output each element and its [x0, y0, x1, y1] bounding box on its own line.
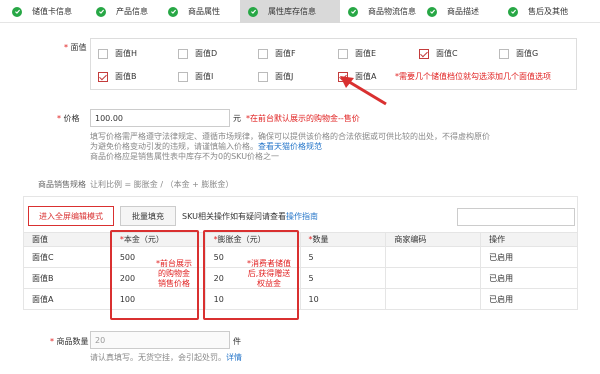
sku-help: SKU相关操作如有疑问请查看操作指南	[182, 212, 318, 221]
tab-description[interactable]: 商品描述	[427, 0, 497, 23]
table-row: 面值B 200 20 5 已启用	[23, 267, 578, 289]
checkbox[interactable]	[258, 71, 268, 82]
check-circle-icon	[168, 6, 178, 17]
check-circle-icon	[248, 6, 258, 17]
status-cell[interactable]: 已启用	[480, 246, 578, 268]
quantity-cell[interactable]: 5	[299, 267, 387, 289]
quantity-input[interactable]: 20	[90, 331, 230, 349]
face-cell: 面值C	[23, 246, 112, 268]
ratio-formula: 让利比例 = 膨胀金 / （本金 + 膨胀金）	[90, 180, 234, 189]
tab-stored-value-card[interactable]: 储值卡信息	[12, 0, 82, 23]
merchant-code-cell[interactable]	[385, 288, 482, 310]
tab-attribute-inventory[interactable]: 属性库存信息	[240, 0, 340, 23]
operation-guide-link[interactable]: 操作指南	[286, 212, 318, 221]
column-header: 面值	[23, 232, 112, 247]
option-label: 面值F	[275, 49, 296, 58]
quantity-label: * 商品数量	[50, 337, 89, 346]
face-value-label: * 面值	[64, 43, 87, 52]
tab-product-info[interactable]: 产品信息	[96, 0, 166, 23]
annotation-arrow-icon	[340, 76, 387, 106]
price-unit: 元	[233, 114, 241, 123]
checkbox[interactable]	[178, 71, 188, 82]
option-label: 面值H	[115, 49, 138, 58]
merchant-code-cell[interactable]	[385, 246, 482, 268]
step-tab-bar: 储值卡信息 产品信息 商品属性 属性库存信息 商品物流信息 商品描述 售后及其他	[0, 0, 600, 23]
sku-table: 面值 *本金（元） *膨胀金（元） *数量 商家编码 操作 面值C 500 50…	[23, 232, 578, 310]
option-label: 面值C	[436, 49, 458, 58]
face-value-annotation: *需要几个储值档位就勾选添加几个面值选项	[395, 72, 551, 81]
price-label: * 价格	[57, 114, 80, 123]
tab-after-sales[interactable]: 售后及其他	[508, 0, 598, 23]
checkbox-checked[interactable]	[419, 48, 429, 59]
column-header: *数量	[299, 232, 387, 247]
price-input[interactable]: 100.00	[90, 109, 230, 127]
details-link[interactable]: 详情	[226, 353, 242, 362]
tab-label: 售后及其他	[528, 7, 568, 16]
tab-logistics[interactable]: 商品物流信息	[348, 0, 428, 23]
option-label: 面值G	[516, 49, 539, 58]
check-circle-icon	[96, 6, 106, 17]
option-label: 面值D	[195, 49, 218, 58]
table-row: 面值C 500 50 5 已启用	[23, 246, 578, 268]
price-help-line3: 商品价格应是销售属性表中库存不为0的SKU价格之一	[90, 152, 280, 161]
face-value-option[interactable]: 面值C	[419, 48, 458, 59]
face-value-option[interactable]: 面值G	[499, 48, 538, 59]
principal-note: *前台展示 的购物金 销售价格	[156, 259, 192, 288]
quantity-cell[interactable]: 5	[299, 246, 387, 268]
checkbox[interactable]	[178, 48, 188, 59]
price-annotation: *在前台默认展示的购物金--售价	[246, 114, 360, 123]
column-header: 商家编码	[385, 232, 482, 247]
face-value-option[interactable]: 面值J	[258, 71, 293, 82]
tab-label: 商品物流信息	[368, 7, 416, 16]
batch-fill-button[interactable]: 批量填充	[120, 206, 176, 226]
check-circle-icon	[348, 6, 358, 17]
tab-label: 储值卡信息	[32, 7, 72, 16]
face-value-option[interactable]: 面值H	[98, 48, 137, 59]
sku-search-input[interactable]	[457, 208, 575, 226]
checkbox[interactable]	[338, 48, 348, 59]
face-value-options: 面值H 面值D 面值F 面值E 面值C 面值G 面值B 面值I 面值J 面值A …	[90, 38, 577, 90]
face-value-option[interactable]: 面值E	[338, 48, 376, 59]
quantity-help: 请认真填写。无货空挂，会引起处罚。详情	[90, 353, 242, 362]
face-cell: 面值B	[23, 267, 112, 289]
status-cell[interactable]: 已启用	[480, 267, 578, 289]
price-rules-link[interactable]: 查看天猫价格规范	[258, 142, 322, 151]
bonus-note: *消费者储值 后,获得赠送 权益金	[247, 259, 291, 288]
checkbox[interactable]	[499, 48, 509, 59]
table-header-row: 面值 *本金（元） *膨胀金（元） *数量 商家编码 操作	[23, 232, 578, 247]
tab-label: 商品描述	[447, 7, 479, 16]
fullscreen-edit-button[interactable]: 进入全屏编辑模式	[28, 206, 114, 226]
face-value-option[interactable]: 面值F	[258, 48, 296, 59]
face-cell: 面值A	[23, 288, 112, 310]
face-value-option[interactable]: 面值B	[98, 71, 137, 82]
option-label: 面值E	[355, 49, 377, 58]
checkbox-checked[interactable]	[98, 71, 108, 82]
table-row: 面值A 100 10 10 已启用	[23, 288, 578, 310]
status-cell[interactable]: 已启用	[480, 288, 578, 310]
tab-label: 产品信息	[116, 7, 148, 16]
tab-label: 商品属性	[188, 7, 220, 16]
checkbox[interactable]	[98, 48, 108, 59]
column-header: 操作	[480, 232, 578, 247]
option-label: 面值I	[195, 72, 214, 81]
check-circle-icon	[12, 6, 22, 17]
check-circle-icon	[508, 6, 518, 17]
face-value-option[interactable]: 面值D	[178, 48, 217, 59]
sku-section-label: 商品销售规格	[38, 180, 86, 189]
tab-product-attributes[interactable]: 商品属性	[168, 0, 238, 23]
check-circle-icon	[427, 6, 437, 17]
option-label: 面值B	[115, 72, 137, 81]
option-label: 面值J	[275, 72, 294, 81]
tab-label: 属性库存信息	[268, 7, 316, 16]
face-value-option[interactable]: 面值I	[178, 71, 213, 82]
quantity-unit: 件	[233, 337, 241, 346]
checkbox[interactable]	[258, 48, 268, 59]
quantity-cell[interactable]: 10	[299, 288, 387, 310]
merchant-code-cell[interactable]	[385, 267, 482, 289]
